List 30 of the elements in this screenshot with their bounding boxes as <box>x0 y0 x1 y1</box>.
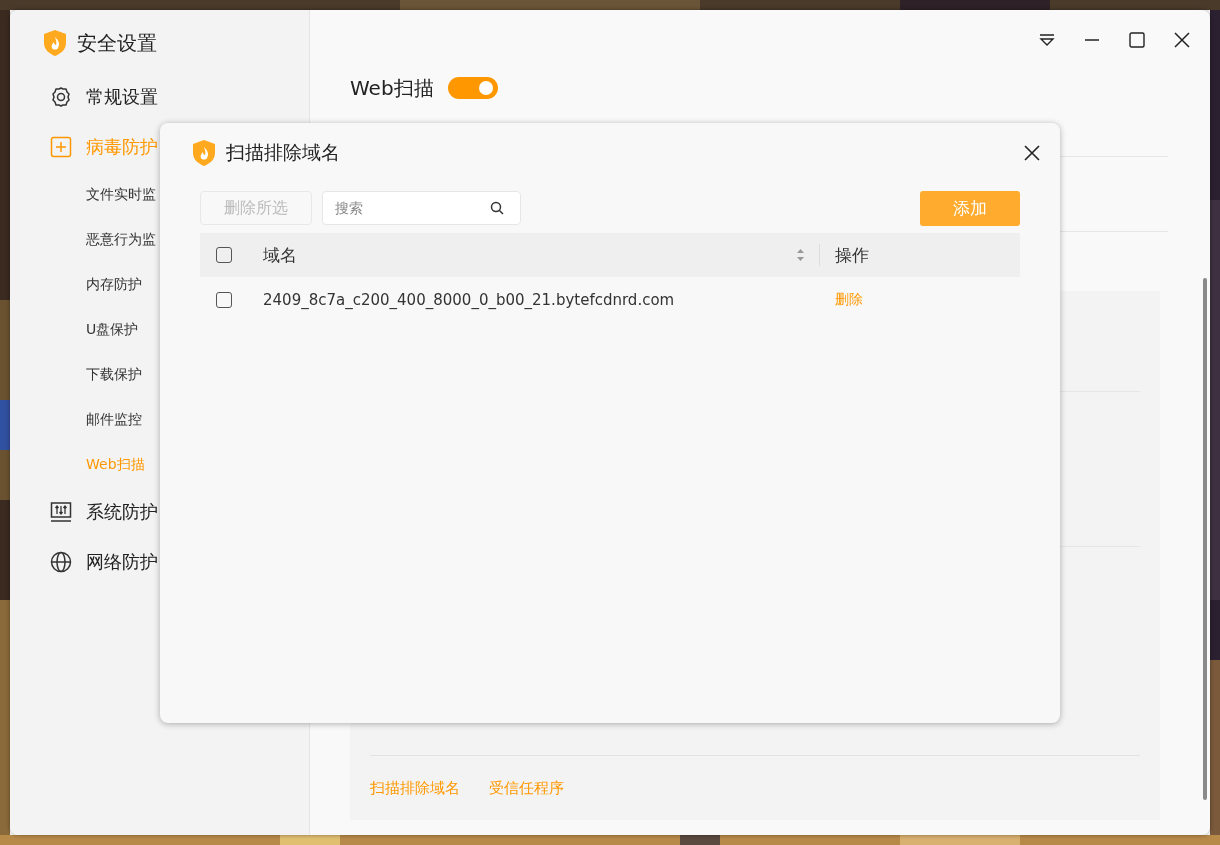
shield-flame-icon <box>192 139 216 167</box>
sidebar-subitem[interactable]: 恶意行为监 <box>86 217 156 262</box>
close-icon[interactable] <box>1024 145 1040 161</box>
close-icon[interactable] <box>1174 32 1190 48</box>
sidebar-subitem[interactable]: 文件实时监 <box>86 172 156 217</box>
sidebar-item[interactable]: 常规设置 <box>10 72 158 122</box>
sidebar-subitem[interactable]: 下载保护 <box>86 352 142 397</box>
toggle-switch[interactable] <box>447 77 498 99</box>
domain-cell-text: 2409_8c7a_c200_400_8000_0_b00_21.bytefcdnrd.com <box>263 291 676 309</box>
globe-icon <box>50 551 72 573</box>
search-icon <box>490 201 504 215</box>
sidebar-subitem[interactable]: U盘保护 <box>86 307 139 352</box>
shield-flame-icon <box>43 29 67 57</box>
column-header: 操作 <box>819 244 1020 266</box>
dialog-title: 扫描排除域名 <box>226 140 341 165</box>
dropdown-icon[interactable] <box>1039 33 1055 47</box>
sidebar-item[interactable]: 网络防护 <box>10 537 158 587</box>
search-field[interactable]: 搜索 <box>322 191 521 225</box>
sidebar-subitem[interactable]: 邮件监控 <box>86 397 142 442</box>
sliders-icon <box>50 501 72 523</box>
checkbox[interactable] <box>216 247 232 263</box>
settings-icon <box>50 86 72 108</box>
window-title: 安全设置 <box>77 29 157 57</box>
checkbox[interactable] <box>216 292 232 308</box>
maximize-icon[interactable] <box>1129 32 1145 48</box>
sidebar-subitem[interactable]: 内存防护 <box>86 262 142 307</box>
sidebar-item[interactable]: 系统防护 <box>10 487 158 537</box>
section-title: Web扫描 <box>350 74 434 102</box>
column-header: 域名 <box>263 243 298 267</box>
plus-square-icon <box>50 136 72 158</box>
